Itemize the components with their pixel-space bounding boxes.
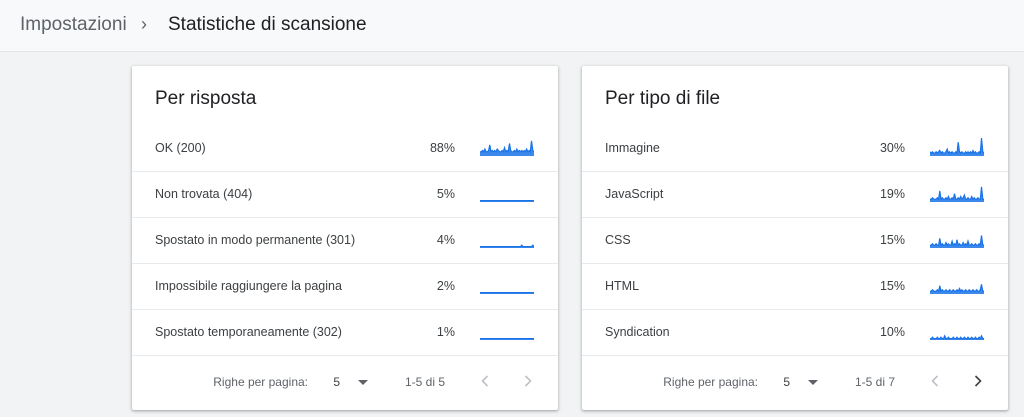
row-percentage: 30% (879, 141, 905, 155)
row-percentage: 2% (436, 279, 455, 293)
table-row[interactable]: HTML 15% (582, 264, 1008, 310)
chevron-right-icon[interactable] (518, 371, 538, 391)
chevron-left-icon[interactable] (925, 371, 945, 391)
row-label: Spostato in modo permanente (301) (155, 233, 356, 247)
row-label: JavaScript (605, 187, 664, 201)
table-row[interactable]: OK (200) 88% (132, 126, 558, 172)
table-row[interactable]: Impossibile raggiungere la pagina 2% (132, 264, 558, 310)
pagination-footer: Righe per pagina: 5 1-5 di 7 (582, 356, 1008, 410)
row-percentage: 4% (436, 233, 455, 247)
sparkline-line (930, 284, 984, 293)
sparkline (480, 244, 534, 248)
sparkline (480, 292, 534, 294)
top-bar: Impostazioni › Statistiche di scansione (0, 0, 1024, 52)
page-title: Statistiche di scansione (168, 14, 367, 35)
table-row[interactable]: Spostato in modo permanente (301) 4% (132, 218, 558, 264)
card-per-tipo-di-file: Per tipo di file Immagine 30% JavaScript… (582, 66, 1008, 410)
row-percentage: 15% (879, 233, 905, 247)
sparkline-line (480, 140, 534, 154)
table-row[interactable]: Syndication 10% (582, 310, 1008, 356)
row-percentage: 10% (879, 325, 905, 339)
table-row[interactable]: Non trovata (404) 5% (132, 172, 558, 218)
pagination-footer: Righe per pagina: 5 1-5 di 5 (132, 356, 558, 410)
sparkline-line (930, 186, 984, 201)
row-label: Impossibile raggiungere la pagina (155, 279, 342, 293)
row-label: CSS (605, 233, 631, 247)
sparkline (930, 284, 984, 294)
rows-per-page-label: Righe per pagina: (213, 375, 308, 389)
sparkline-area (480, 140, 534, 156)
triangle-down-icon[interactable] (808, 380, 818, 385)
sparkline-line (480, 244, 534, 248)
row-label: Spostato temporaneamente (302) (155, 325, 342, 339)
card-per-risposta: Per risposta OK (200) 88% Non trovata (4… (132, 66, 558, 410)
sparkline (930, 186, 984, 202)
sparkline (930, 235, 984, 248)
row-label: Syndication (605, 325, 670, 339)
row-percentage: 5% (436, 187, 455, 201)
table-row[interactable]: Immagine 30% (582, 126, 1008, 172)
breadcrumb-separator-icon: › (141, 14, 147, 34)
sparkline (930, 334, 984, 340)
sparkline (930, 137, 984, 156)
sparkline (480, 200, 534, 202)
row-percentage: 88% (429, 141, 455, 155)
row-percentage: 19% (879, 187, 905, 201)
chevron-right-icon[interactable] (968, 371, 988, 391)
triangle-down-icon[interactable] (358, 380, 368, 385)
rows-per-page-select[interactable]: 5 (783, 375, 790, 389)
row-percentage: 1% (436, 325, 455, 339)
chevron-left-icon[interactable] (475, 371, 495, 391)
sparkline-line (930, 137, 984, 155)
breadcrumb-parent[interactable]: Impostazioni (20, 14, 127, 36)
rows-per-page-select[interactable]: 5 (333, 375, 340, 389)
row-percentage: 15% (879, 279, 905, 293)
row-label: Non trovata (404) (155, 187, 253, 201)
table-row[interactable]: JavaScript 19% (582, 172, 1008, 218)
table-row[interactable]: Spostato temporaneamente (302) 1% (132, 310, 558, 356)
row-label: HTML (605, 279, 640, 293)
card-title: Per risposta (155, 88, 257, 109)
sparkline (480, 140, 534, 156)
pagination-range: 1-5 di 7 (854, 375, 895, 389)
row-label: Immagine (605, 141, 660, 155)
row-label: OK (200) (155, 141, 206, 155)
pagination-range: 1-5 di 5 (404, 375, 445, 389)
table-row[interactable]: CSS 15% (582, 218, 1008, 264)
card-title: Per tipo di file (605, 88, 721, 109)
rows-per-page-label: Righe per pagina: (663, 375, 758, 389)
sparkline (480, 338, 534, 340)
